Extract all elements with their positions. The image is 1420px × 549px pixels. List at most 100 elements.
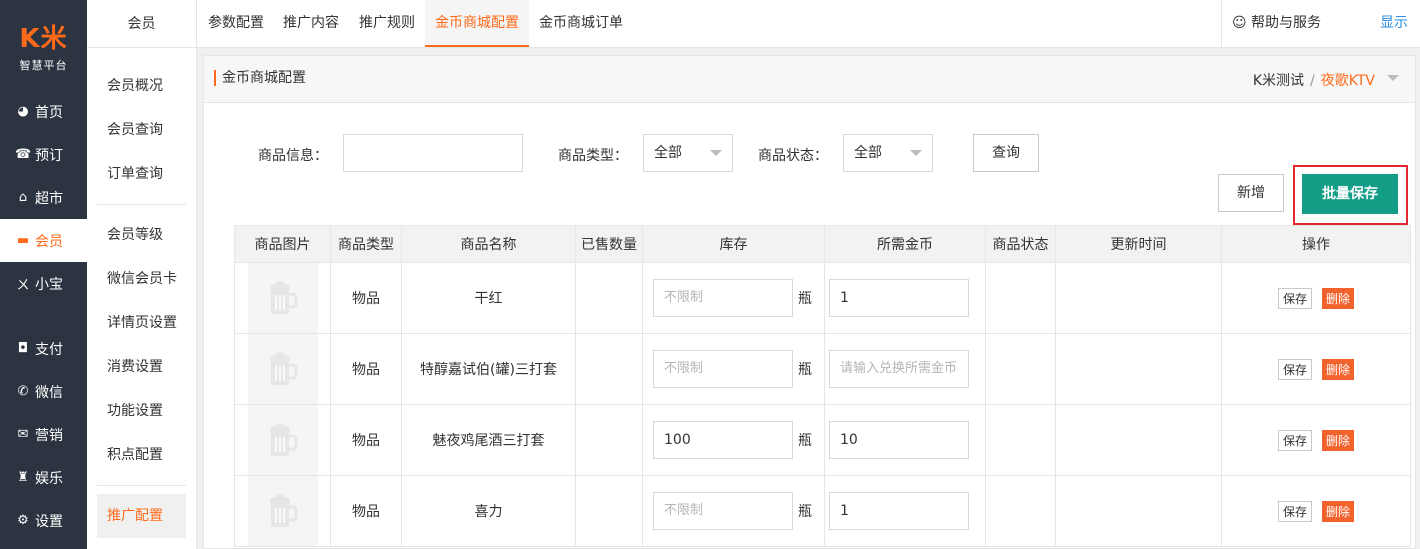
product-image xyxy=(247,476,318,546)
nav-label: 超市 xyxy=(35,190,63,207)
sold-cell xyxy=(575,333,643,405)
col-header: 操作 xyxy=(1221,225,1411,263)
sub-item-points-config[interactable]: 积点配置 xyxy=(87,433,196,477)
sold-cell xyxy=(575,262,643,334)
stock-input[interactable]: 不限制 xyxy=(653,492,793,530)
nav-item-payment[interactable]: ◘ 支付 xyxy=(0,327,87,370)
nav-item-member[interactable]: ▬ 会员 xyxy=(0,219,87,262)
batch-save-button[interactable]: 批量保存 xyxy=(1302,174,1398,214)
product-image xyxy=(247,334,318,404)
type-cell: 物品 xyxy=(330,475,402,547)
nav-item-home[interactable]: ◕ 首页 xyxy=(0,90,87,133)
sub-item-wechat-card[interactable]: 微信会员卡 xyxy=(87,257,196,301)
gold-input[interactable]: 请输入兑换所需金币 xyxy=(829,350,969,388)
product-status-select[interactable]: 全部 xyxy=(843,134,933,172)
row-delete-button[interactable]: 删除 xyxy=(1322,500,1355,522)
type-cell: 物品 xyxy=(330,404,402,476)
query-button[interactable]: 查询 xyxy=(973,134,1039,172)
row-save-button[interactable]: 保存 xyxy=(1277,358,1312,380)
tab-promo-content[interactable]: 推广内容 xyxy=(273,0,349,47)
nav-item-entertainment[interactable]: ♜ 娱乐 xyxy=(0,456,87,499)
status-cell xyxy=(985,333,1056,405)
row-save-button[interactable]: 保存 xyxy=(1277,287,1312,309)
help-service-link[interactable]: ☺ 帮助与服务 xyxy=(1221,0,1341,47)
nav-item-xiaobao[interactable]: ㄨ小宝 xyxy=(0,262,87,305)
row-delete-button[interactable]: 删除 xyxy=(1322,287,1355,309)
add-button[interactable]: 新增 xyxy=(1218,174,1284,212)
col-header: 商品类型 xyxy=(330,225,402,263)
card-icon: ▬ xyxy=(16,233,30,248)
nav-label: 微信 xyxy=(35,384,63,401)
status-cell xyxy=(985,262,1056,334)
nav-item-market[interactable]: ⌂ 超市 xyxy=(0,176,87,219)
panel-header: 金币商城配置 K米测试 / 夜歌KTV xyxy=(204,56,1415,103)
nav-item-settings[interactable]: ⚙ 设置 xyxy=(0,499,87,542)
sub-item-feature-settings[interactable]: 功能设置 xyxy=(87,389,196,433)
gold-input[interactable]: 1 xyxy=(829,492,969,530)
unit-label: 瓶 xyxy=(798,433,812,449)
unit-label: 瓶 xyxy=(798,504,812,520)
row-delete-button[interactable]: 删除 xyxy=(1322,429,1355,451)
gold-input[interactable]: 10 xyxy=(829,421,969,459)
updated-cell xyxy=(1055,475,1222,547)
sub-item-member-query[interactable]: 会员查询 xyxy=(87,108,196,152)
updated-cell xyxy=(1055,404,1222,476)
nav-item-wechat[interactable]: ✆ 微信 xyxy=(0,370,87,413)
product-table: 商品图片 商品类型 商品名称 已售数量 库存 所需金币 商品状态 更新时间 操作… xyxy=(234,225,1411,547)
status-cell xyxy=(985,475,1056,547)
sub-item-promotion-config[interactable]: 推广配置 xyxy=(97,494,186,538)
wechat-icon: ✆ xyxy=(17,384,29,399)
nav-item-marketing[interactable]: ✉ 营销 xyxy=(0,413,87,456)
sub-item-overview[interactable]: 会员概况 xyxy=(87,64,196,108)
crumb-separator: / xyxy=(1310,73,1315,89)
stock-input[interactable]: 不限制 xyxy=(653,279,793,317)
col-header: 商品图片 xyxy=(234,225,331,263)
product-status-label: 商品状态： xyxy=(758,148,828,164)
stock-input[interactable]: 不限制 xyxy=(653,350,793,388)
row-save-button[interactable]: 保存 xyxy=(1277,500,1312,522)
col-header: 商品状态 xyxy=(985,225,1056,263)
sub-item-order-query[interactable]: 订单查询 xyxy=(87,152,196,196)
row-delete-button[interactable]: 删除 xyxy=(1322,358,1355,380)
row-save-button[interactable]: 保存 xyxy=(1277,429,1312,451)
chevron-down-icon[interactable] xyxy=(1387,75,1399,81)
table-row: 物品 特醇嘉试伯(罐)三打套 不限制瓶 请输入兑换所需金币 保存 删除 xyxy=(234,333,1411,405)
name-cell: 特醇嘉试伯(罐)三打套 xyxy=(401,333,576,405)
nav-item-reserve[interactable]: ☎ 预订 xyxy=(0,133,87,176)
col-header: 库存 xyxy=(642,225,825,263)
image-cell xyxy=(234,262,331,334)
product-type-label: 商品类型： xyxy=(558,148,628,164)
actions-cell: 保存 删除 xyxy=(1221,262,1411,334)
product-info-input[interactable] xyxy=(343,134,523,172)
product-type-value: 全部 xyxy=(654,145,682,161)
top-tab-bar: 参数配置 推广内容 推广规则 金币商城配置 金币商城订单 ☺ 帮助与服务 显示 xyxy=(197,0,1420,48)
actions-cell: 保存 删除 xyxy=(1221,404,1411,476)
product-type-select[interactable]: 全部 xyxy=(643,134,733,172)
sub-item-detail-settings[interactable]: 详情页设置 xyxy=(87,301,196,345)
product-info-label: 商品信息： xyxy=(258,148,328,164)
beer-mug-icon xyxy=(269,352,297,385)
tab-promo-rules[interactable]: 推广规则 xyxy=(349,0,425,47)
crumb-store: K米测试 xyxy=(1252,73,1305,89)
stock-cell: 不限制瓶 xyxy=(642,262,825,334)
sub-item-member-level[interactable]: 会员等级 xyxy=(87,213,196,257)
updated-cell xyxy=(1055,333,1222,405)
xiaobao-icon: ㄨ xyxy=(16,278,30,293)
show-link[interactable]: 显示 xyxy=(1380,0,1408,47)
gold-cell: 1 xyxy=(824,262,986,334)
content-panel: 金币商城配置 K米测试 / 夜歌KTV 商品信息： 商品类型： 全部 商品状态： 全… xyxy=(203,55,1416,549)
tab-coin-mall-orders[interactable]: 金币商城订单 xyxy=(529,0,633,47)
name-cell: 干红 xyxy=(401,262,576,334)
gold-input[interactable]: 1 xyxy=(829,279,969,317)
tab-coin-mall-config[interactable]: 金币商城配置 xyxy=(425,0,529,47)
product-image xyxy=(247,263,318,333)
sub-item-consume-settings[interactable]: 消费设置 xyxy=(87,345,196,389)
stock-input[interactable]: 100 xyxy=(653,421,793,459)
tab-params[interactable]: 参数配置 xyxy=(198,0,274,47)
sub-sidebar-header: 会员 xyxy=(87,0,196,48)
table-row: 物品 喜力 不限制瓶 1 保存 删除 xyxy=(234,475,1411,547)
store-breadcrumb[interactable]: K米测试 / 夜歌KTV xyxy=(1253,70,1375,90)
crumb-venue: 夜歌KTV xyxy=(1320,73,1375,89)
sub-sidebar: 会员 会员概况 会员查询 订单查询 会员等级 微信会员卡 详情页设置 消费设置 … xyxy=(87,0,197,549)
logo-mark: K米 xyxy=(19,23,68,54)
